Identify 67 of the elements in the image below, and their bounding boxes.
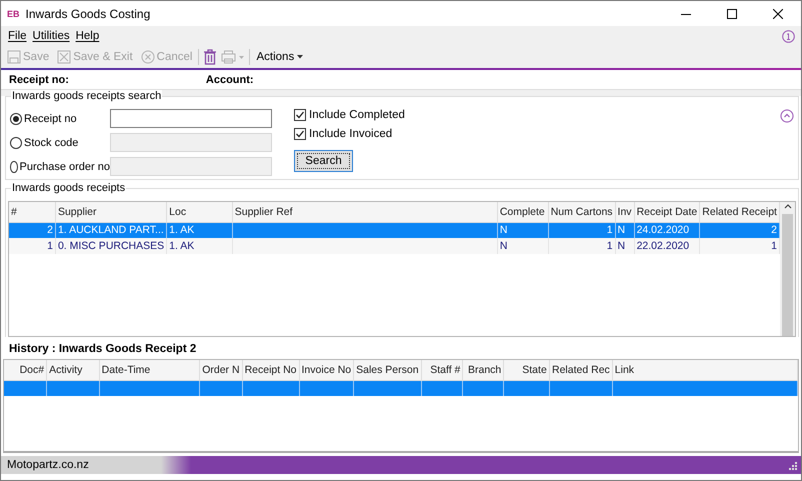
- table-cell: 1: [548, 238, 616, 254]
- column-header[interactable]: Invoice No: [299, 360, 354, 380]
- window-title: Inwards Goods Costing: [26, 6, 152, 20]
- column-header[interactable]: Receipt No: [242, 360, 300, 380]
- column-header[interactable]: Receipt Date: [634, 202, 700, 222]
- table-cell: N: [615, 238, 634, 254]
- collapse-icon[interactable]: [780, 109, 794, 123]
- column-header[interactable]: Supplier Ref: [232, 202, 498, 222]
- column-header[interactable]: Date-Time: [99, 360, 200, 380]
- column-header[interactable]: State: [504, 360, 550, 380]
- close-icon: [773, 8, 783, 18]
- column-header[interactable]: Link: [612, 360, 798, 380]
- column-header[interactable]: Activity: [46, 360, 100, 380]
- table-cell: 2: [9, 222, 56, 238]
- history-title: History : Inwards Goods Receipt 2: [8, 342, 198, 357]
- table-cell: 1. AK: [166, 238, 232, 254]
- account-label: Account:: [206, 74, 254, 86]
- radio-option[interactable]: Receipt no: [10, 112, 110, 124]
- actions-menu-button[interactable]: Actions: [254, 51, 306, 63]
- column-header[interactable]: Sales Person: [354, 360, 422, 380]
- column-header[interactable]: #: [9, 202, 56, 222]
- scrollbar[interactable]: [780, 202, 795, 336]
- table-cell: 1. AUCKLAND PART...: [55, 222, 167, 238]
- table-cell: N: [497, 238, 548, 254]
- table-row[interactable]: [4, 380, 798, 396]
- table-row[interactable]: 2 1. AUCKLAND PART... 1. AK N 1 N 24.02.2020 2: [9, 222, 780, 238]
- column-header[interactable]: Staff #: [421, 360, 463, 380]
- checkbox-option[interactable]: Include Invoiced: [294, 128, 405, 140]
- menu-item[interactable]: Utilities: [30, 30, 73, 42]
- column-header[interactable]: Related Rec: [549, 360, 612, 380]
- column-header[interactable]: Complete: [497, 202, 548, 222]
- table-cell: 0. MISC PURCHASES: [55, 238, 167, 254]
- table-cell: 24.02.2020: [634, 222, 700, 238]
- status-text: Motopartz.co.nz: [6, 459, 89, 471]
- column-header[interactable]: Related Receipt: [700, 202, 780, 222]
- table-cell: 22.02.2020: [634, 238, 700, 254]
- column-header[interactable]: Inv: [615, 202, 634, 222]
- info-icon[interactable]: [782, 30, 795, 42]
- cancel-icon: [140, 50, 155, 64]
- menu-item[interactable]: Help: [72, 30, 102, 42]
- table-cell: 1: [548, 222, 616, 238]
- table-cell: 1: [700, 238, 780, 254]
- column-header[interactable]: Order N: [200, 360, 242, 380]
- save-exit-icon: [57, 50, 72, 64]
- checkbox-option[interactable]: Include Completed: [294, 109, 405, 121]
- trash-icon[interactable]: [203, 49, 218, 65]
- save-icon: [7, 50, 21, 64]
- table-cell: 2: [700, 222, 780, 238]
- search-panel-title: Inwards goods receipts search: [11, 90, 162, 102]
- resize-grip-icon[interactable]: [786, 459, 798, 471]
- receipts-panel-title: Inwards goods receipts: [11, 182, 126, 194]
- menu-item[interactable]: File: [5, 30, 30, 42]
- column-header[interactable]: Num Cartons: [548, 202, 616, 222]
- receipt-no-label: Receipt no:: [9, 74, 69, 86]
- table-cell: 1. AK: [166, 222, 232, 238]
- search-input-field[interactable]: [110, 109, 272, 128]
- maximize-icon: [727, 8, 737, 18]
- app-logo: EB: [7, 8, 20, 18]
- table-cell: 1: [9, 238, 56, 254]
- column-header[interactable]: Loc: [166, 202, 232, 222]
- table-cell: N: [497, 222, 548, 238]
- caret-icon: [296, 54, 304, 60]
- search-button[interactable]: Search: [294, 150, 353, 172]
- table-row[interactable]: 1 0. MISC PURCHASES 1. AK N 1 N 22.02.2020 1: [9, 238, 780, 254]
- column-header[interactable]: Supplier: [55, 202, 167, 222]
- column-header[interactable]: Doc#: [4, 360, 47, 380]
- column-header[interactable]: Branch: [462, 360, 504, 380]
